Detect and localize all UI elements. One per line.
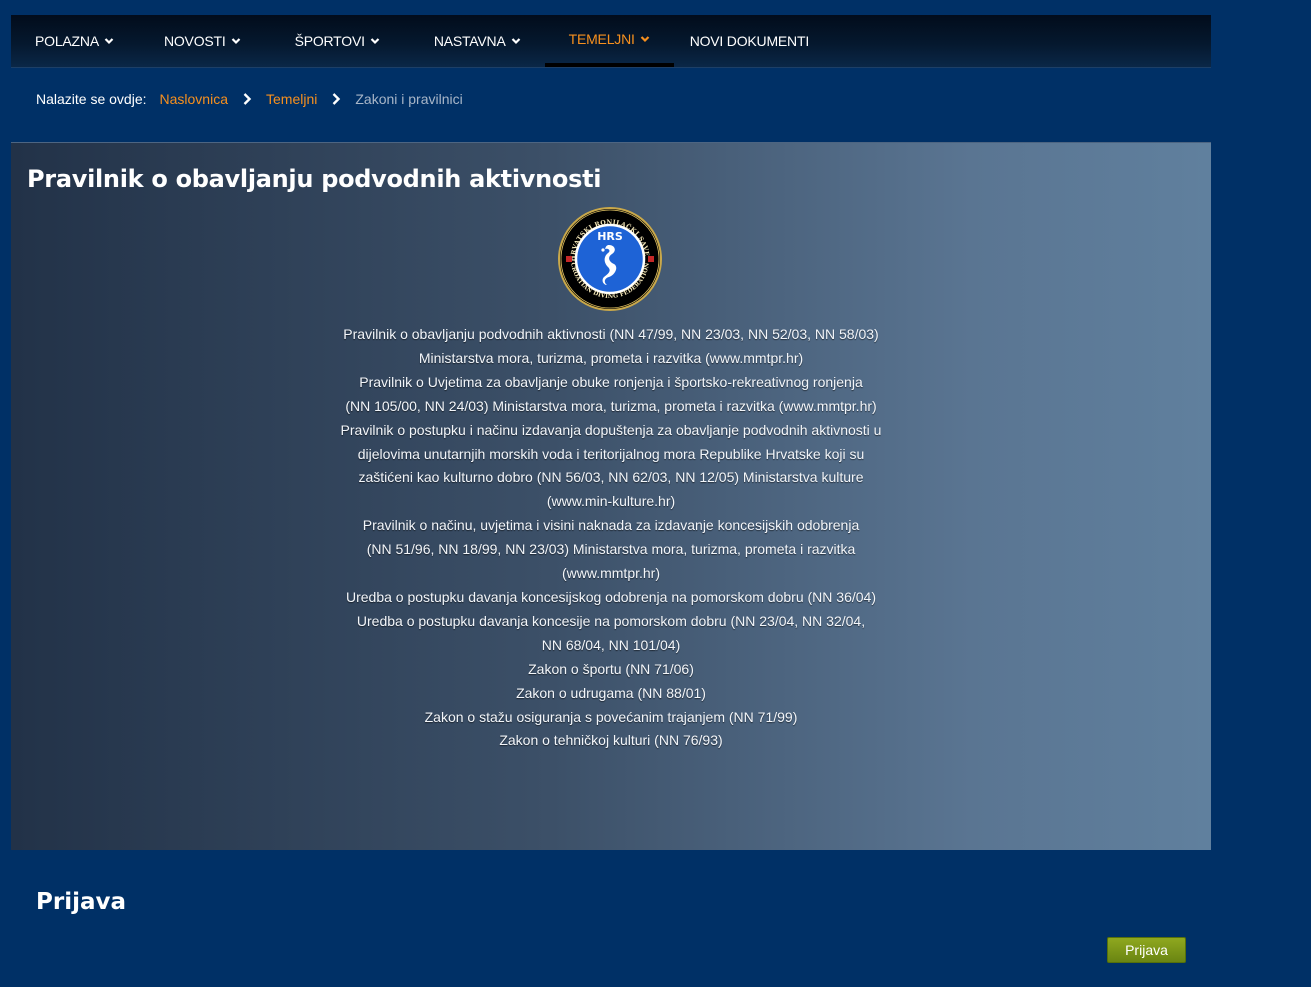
- document-line: Zakon o stažu osiguranja s povećanim tra…: [424, 708, 798, 725]
- document-line: (NN 105/00, NN 24/03) Ministarstva mora,…: [345, 397, 877, 414]
- document-line: (www.mmtpr.hr): [562, 565, 660, 582]
- nav-item-polazna[interactable]: POLAZNA: [11, 15, 138, 67]
- chevron-down-icon: [370, 36, 380, 46]
- login-button[interactable]: Prijava: [1107, 937, 1186, 963]
- document-list: Pravilnik o obavljanju podvodnih aktivno…: [11, 323, 1211, 753]
- nav-item-temeljni[interactable]: TEMELJNI: [544, 15, 674, 67]
- chevron-down-icon: [640, 34, 650, 44]
- document-line: (NN 51/96, NN 18/99, NN 23/03) Ministars…: [366, 541, 856, 558]
- document-line: Ministarstva mora, turizma, prometa i ra…: [418, 349, 804, 366]
- page-title: Pravilnik o obavljanju podvodnih aktivno…: [27, 165, 602, 193]
- document-line: dijelovima unutarnjih morskih voda i ter…: [357, 445, 865, 462]
- document-line: (www.min-kulture.hr): [546, 493, 676, 510]
- main-navigation: POLAZNA NOVOSTI ŠPORTOVI NASTAVNA TEMELJ…: [11, 15, 1211, 68]
- chevron-right-icon: [240, 92, 254, 106]
- nav-item-label: POLAZNA: [35, 33, 99, 49]
- document-line: Pravilnik o Uvjetima za obavljanje obuke…: [359, 373, 863, 390]
- breadcrumb-link-temeljni[interactable]: Temeljni: [266, 91, 317, 107]
- nav-item-nastavna[interactable]: NASTAVNA: [404, 15, 545, 67]
- document-line: Uredba o postupku davanja koncesijskog o…: [346, 588, 876, 605]
- document-line: Pravilnik o obavljanju podvodnih aktivno…: [343, 326, 879, 342]
- nav-item-novi-dokumenti[interactable]: NOVI DOKUMENTI: [674, 15, 833, 67]
- login-section-title: Prijava: [36, 889, 127, 915]
- nav-item-label: TEMELJNI: [568, 31, 635, 47]
- chevron-right-icon: [329, 92, 343, 106]
- document-line: Uredba o postupku davanja koncesije na p…: [356, 612, 866, 629]
- nav-item-label: NASTAVNA: [433, 33, 506, 49]
- breadcrumb-prefix: Nalazite se ovdje:: [36, 91, 147, 107]
- document-line: Zakon o tehničkoj kulturi (NN 76/93): [499, 732, 723, 749]
- nav-item-sportovi[interactable]: ŠPORTOVI: [265, 15, 404, 67]
- svg-text:HRS: HRS: [597, 230, 623, 243]
- nav-item-novosti[interactable]: NOVOSTI: [138, 15, 265, 67]
- breadcrumb-link-naslovnica[interactable]: Naslovnica: [160, 91, 228, 107]
- document-line: NN 68/04, NN 101/04): [541, 636, 681, 653]
- hrs-logo: HRVATSKI RONILAČKI SAVEZ CROATIAN DIVING…: [555, 202, 663, 311]
- article-panel: Pravilnik o obavljanju podvodnih aktivno…: [11, 142, 1211, 850]
- nav-item-label: NOVOSTI: [163, 33, 226, 49]
- document-line: Zakon o udrugama (NN 88/01): [516, 684, 706, 701]
- nav-item-label: NOVI DOKUMENTI: [689, 33, 810, 49]
- breadcrumb-current: Zakoni i pravilnici: [355, 91, 463, 107]
- chevron-down-icon: [104, 36, 114, 46]
- document-line: Pravilnik o postupku i načinu izdavanja …: [340, 421, 882, 438]
- document-line: Zakon o športu (NN 71/06): [528, 660, 694, 677]
- chevron-down-icon: [511, 36, 521, 46]
- nav-item-label: ŠPORTOVI: [294, 33, 365, 49]
- document-line: zaštićeni kao kulturno dobro (NN 56/03, …: [358, 469, 864, 486]
- breadcrumb: Nalazite se ovdje: Naslovnica Temeljni Z…: [36, 90, 463, 108]
- chevron-down-icon: [231, 36, 241, 46]
- document-line: Pravilnik o načinu, uvjetima i visini na…: [362, 517, 860, 534]
